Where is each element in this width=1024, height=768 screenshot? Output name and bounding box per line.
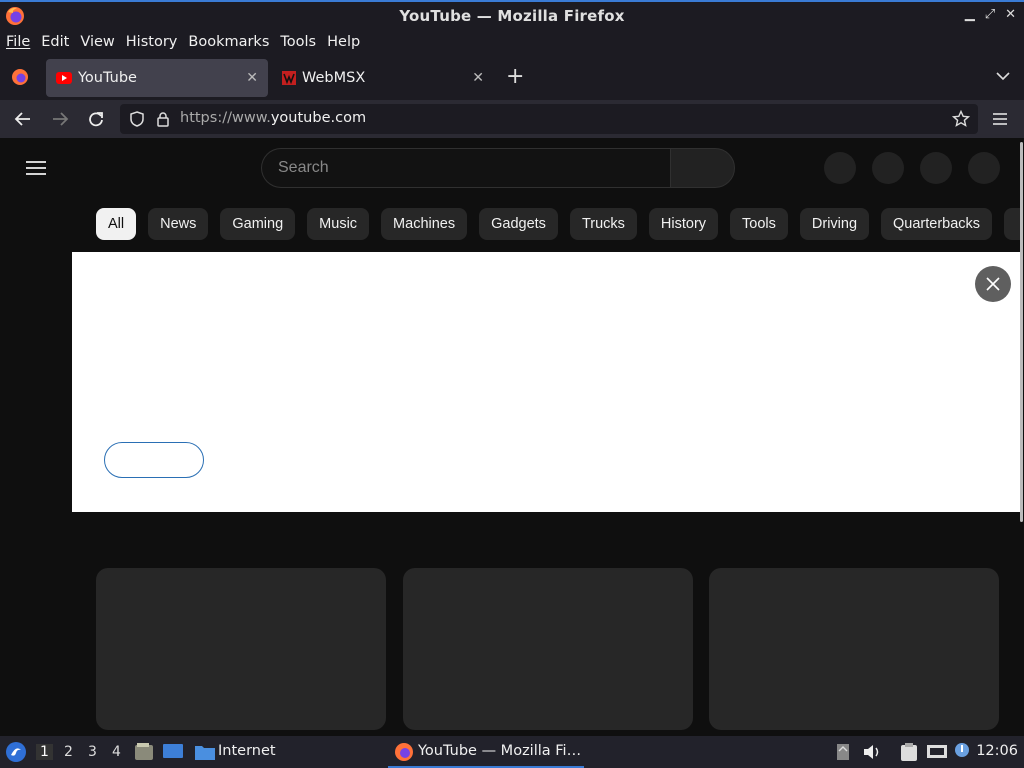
header-button-3[interactable] <box>920 152 952 184</box>
taskbar-active-task-label: YouTube — Mozilla Fi… <box>418 743 582 759</box>
video-thumbnail-placeholder[interactable] <box>709 568 999 730</box>
url-text[interactable]: https://www.youtube.com <box>180 110 366 126</box>
chip-music[interactable]: Music <box>307 208 370 240</box>
volume-icon[interactable] <box>862 744 882 760</box>
chip-machines[interactable]: Machines <box>381 208 468 240</box>
close-icon <box>986 277 1000 291</box>
menu-file[interactable]: File <box>6 34 30 50</box>
youtube-page: Search All News Gaming Music Machines Ga… <box>0 138 1024 736</box>
tab-youtube[interactable]: YouTube ✕ <box>46 59 268 97</box>
webmsx-icon <box>282 71 296 85</box>
menu-bar: File Edit View History Bookmarks Tools H… <box>0 29 1024 54</box>
chip-history[interactable]: History <box>648 208 719 240</box>
firefox-task-icon <box>395 743 413 761</box>
chip-gaming[interactable]: Gaming <box>220 208 296 240</box>
firefox-view-icon[interactable] <box>10 67 30 87</box>
menu-help[interactable]: Help <box>327 34 360 50</box>
video-thumbnail-placeholder[interactable] <box>403 568 693 730</box>
new-tab-button[interactable]: + <box>506 64 524 89</box>
notification-icon[interactable] <box>954 742 970 758</box>
hamburger-menu-icon[interactable] <box>26 160 46 176</box>
tab-webmsx[interactable]: WebMSX ✕ <box>272 59 494 97</box>
workspace-3[interactable]: 3 <box>88 744 97 760</box>
minimize-button[interactable]: ▁ <box>965 7 975 22</box>
url-bar[interactable]: https://www.youtube.com <box>120 104 978 134</box>
close-tab-icon[interactable]: ✕ <box>246 70 258 86</box>
lock-icon[interactable] <box>156 111 170 127</box>
list-all-tabs-icon[interactable] <box>996 71 1010 81</box>
workspace-4[interactable]: 4 <box>112 744 121 760</box>
search-placeholder: Search <box>278 159 329 176</box>
tab-label: WebMSX <box>302 70 366 86</box>
search-button[interactable] <box>670 148 735 188</box>
tracking-protection-icon[interactable] <box>130 111 144 127</box>
menu-edit[interactable]: Edit <box>41 34 69 50</box>
app-menu-icon[interactable] <box>992 112 1008 126</box>
tab-label: YouTube <box>78 70 137 86</box>
chip-all[interactable]: All <box>96 208 137 240</box>
search-input[interactable]: Search <box>261 148 671 188</box>
menu-bookmarks[interactable]: Bookmarks <box>188 34 269 50</box>
forward-icon[interactable] <box>51 111 69 127</box>
taskbar-internet-label[interactable]: Internet <box>218 743 276 759</box>
page-scrollbar[interactable] <box>1020 138 1024 736</box>
avatar[interactable] <box>968 152 1000 184</box>
tab-bar: YouTube ✕ WebMSX ✕ + <box>0 54 1024 100</box>
window-titlebar: YouTube — Mozilla Firefox ▁ ⤢ ✕ <box>0 0 1024 29</box>
bookmark-star-icon[interactable] <box>952 110 970 128</box>
folder-icon[interactable] <box>194 743 216 761</box>
window-title: YouTube — Mozilla Firefox <box>399 6 625 25</box>
back-icon[interactable] <box>14 111 32 127</box>
network-icon[interactable] <box>926 743 948 761</box>
chip-trucks[interactable]: Trucks <box>569 208 637 240</box>
workspace-2[interactable]: 2 <box>64 744 73 760</box>
desktop-icon[interactable] <box>162 743 184 761</box>
menu-history[interactable]: History <box>126 34 178 50</box>
maximize-button[interactable]: ⤢ <box>985 7 995 22</box>
menu-tools[interactable]: Tools <box>280 34 316 50</box>
close-tab-icon[interactable]: ✕ <box>472 70 484 86</box>
header-button-1[interactable] <box>824 152 856 184</box>
chip-news[interactable]: News <box>148 208 209 240</box>
promo-banner <box>72 252 1024 512</box>
start-menu-icon[interactable] <box>5 741 27 763</box>
menu-view[interactable]: View <box>80 34 114 50</box>
filter-chips: All News Gaming Music Machines Gadgets T… <box>96 208 1024 240</box>
youtube-icon <box>56 72 72 84</box>
banner-action-button[interactable] <box>104 442 204 478</box>
close-window-button[interactable]: ✕ <box>1005 7 1016 22</box>
reload-icon[interactable] <box>88 111 104 127</box>
workspace-1[interactable]: 1 <box>36 744 53 760</box>
notes-icon[interactable] <box>836 743 850 761</box>
navigation-bar: https://www.youtube.com <box>0 100 1024 138</box>
chip-gadgets[interactable]: Gadgets <box>479 208 558 240</box>
chip-quarterbacks[interactable]: Quarterbacks <box>881 208 993 240</box>
chip-driving[interactable]: Driving <box>799 208 870 240</box>
clipboard-icon[interactable] <box>900 742 918 762</box>
dismiss-banner-button[interactable] <box>975 266 1011 302</box>
chip-tools[interactable]: Tools <box>730 208 788 240</box>
scrollbar-thumb[interactable] <box>1020 142 1023 522</box>
video-thumbnail-placeholder[interactable] <box>96 568 386 730</box>
taskbar-clock: 12:06 <box>976 743 1018 759</box>
header-button-2[interactable] <box>872 152 904 184</box>
taskbar: 1 2 3 4 Internet YouTube — Mozilla Fi… 1… <box>0 736 1024 768</box>
file-manager-icon[interactable] <box>134 742 154 762</box>
